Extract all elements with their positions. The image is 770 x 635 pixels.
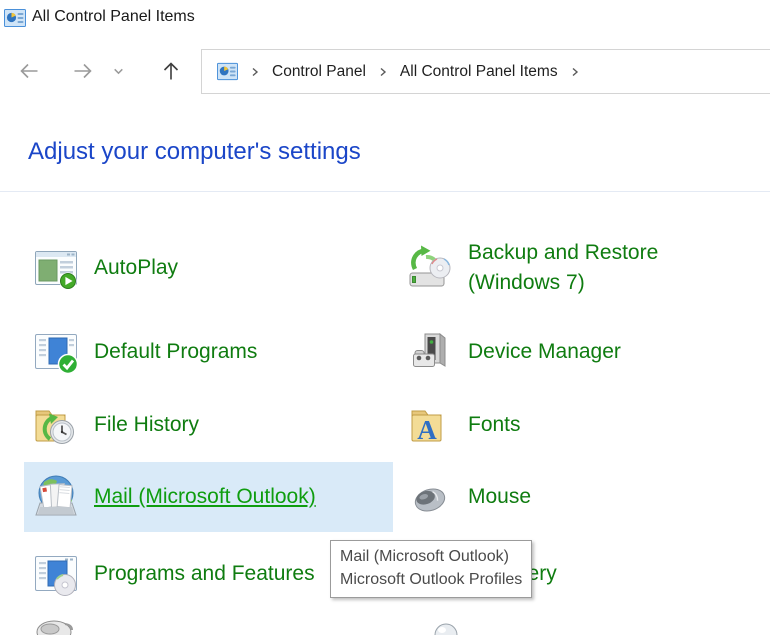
- fonts-icon: A: [406, 401, 454, 449]
- item-label: Programs and Features: [94, 559, 315, 589]
- title-bar: All Control Panel Items: [0, 0, 770, 36]
- chevron-down-icon: [112, 65, 125, 78]
- mail-icon: [32, 473, 80, 521]
- mouse-icon: [406, 473, 454, 521]
- tooltip-line-2: Microsoft Outlook Profiles: [340, 568, 522, 591]
- item-mouse[interactable]: Mouse: [398, 462, 763, 532]
- page-title: Adjust your computer's settings: [28, 138, 361, 166]
- forward-button[interactable]: [66, 56, 100, 86]
- breadcrumb-chevron-icon[interactable]: [377, 66, 389, 78]
- item-label: Fonts: [468, 410, 521, 440]
- autoplay-icon: [32, 244, 80, 292]
- backup-and-restore-icon: [406, 244, 454, 292]
- tooltip-line-1: Mail (Microsoft Outlook): [340, 545, 522, 568]
- control-panel-window: All Control Panel Items: [0, 0, 770, 635]
- item-file-history[interactable]: File History: [24, 390, 393, 460]
- svg-text:A: A: [417, 415, 437, 445]
- programs-and-features-icon: [32, 550, 80, 598]
- item-label: Mouse: [468, 482, 531, 512]
- item-mail-microsoft-outlook[interactable]: Mail (Microsoft Outlook): [24, 462, 393, 532]
- default-programs-icon: [32, 328, 80, 376]
- tooltip: Mail (Microsoft Outlook) Microsoft Outlo…: [330, 540, 532, 598]
- item-default-programs[interactable]: Default Programs: [24, 317, 393, 387]
- divider: [0, 191, 770, 192]
- forward-arrow-icon: [71, 59, 95, 83]
- item-backup-and-restore[interactable]: Backup and Restore (Windows 7): [398, 233, 763, 303]
- item-label: Device Manager: [468, 337, 621, 367]
- recent-locations-button[interactable]: [106, 56, 130, 86]
- breadcrumb-segment-control-panel[interactable]: Control Panel: [272, 63, 366, 81]
- window-title: All Control Panel Items: [32, 8, 195, 26]
- breadcrumb-chevron-icon[interactable]: [569, 66, 581, 78]
- breadcrumb-control-panel-icon[interactable]: [217, 61, 238, 82]
- breadcrumb: Control Panel All Control Panel Items: [201, 49, 770, 94]
- back-button[interactable]: [12, 56, 46, 86]
- up-button[interactable]: [154, 56, 188, 86]
- up-arrow-icon: [159, 59, 183, 83]
- item-autoplay[interactable]: AutoPlay: [24, 233, 393, 303]
- item-label: Backup and Restore (Windows 7): [468, 238, 730, 299]
- item-label: File History: [94, 410, 199, 440]
- breadcrumb-segment-all-items[interactable]: All Control Panel Items: [400, 63, 558, 81]
- breadcrumb-chevron-icon[interactable]: [249, 66, 261, 78]
- partial-item-icon[interactable]: [422, 616, 470, 635]
- navigation-bar: Control Panel All Control Panel Items: [0, 44, 770, 98]
- item-device-manager[interactable]: Device Manager: [398, 317, 763, 387]
- device-manager-icon: [406, 328, 454, 376]
- item-fonts[interactable]: A Fonts: [398, 390, 763, 460]
- partial-item-icon[interactable]: [32, 616, 80, 635]
- control-panel-icon: [4, 7, 26, 29]
- back-arrow-icon: [17, 59, 41, 83]
- item-label: AutoPlay: [94, 253, 178, 283]
- file-history-icon: [32, 401, 80, 449]
- item-label: Default Programs: [94, 337, 257, 367]
- item-label: Mail (Microsoft Outlook): [94, 482, 316, 512]
